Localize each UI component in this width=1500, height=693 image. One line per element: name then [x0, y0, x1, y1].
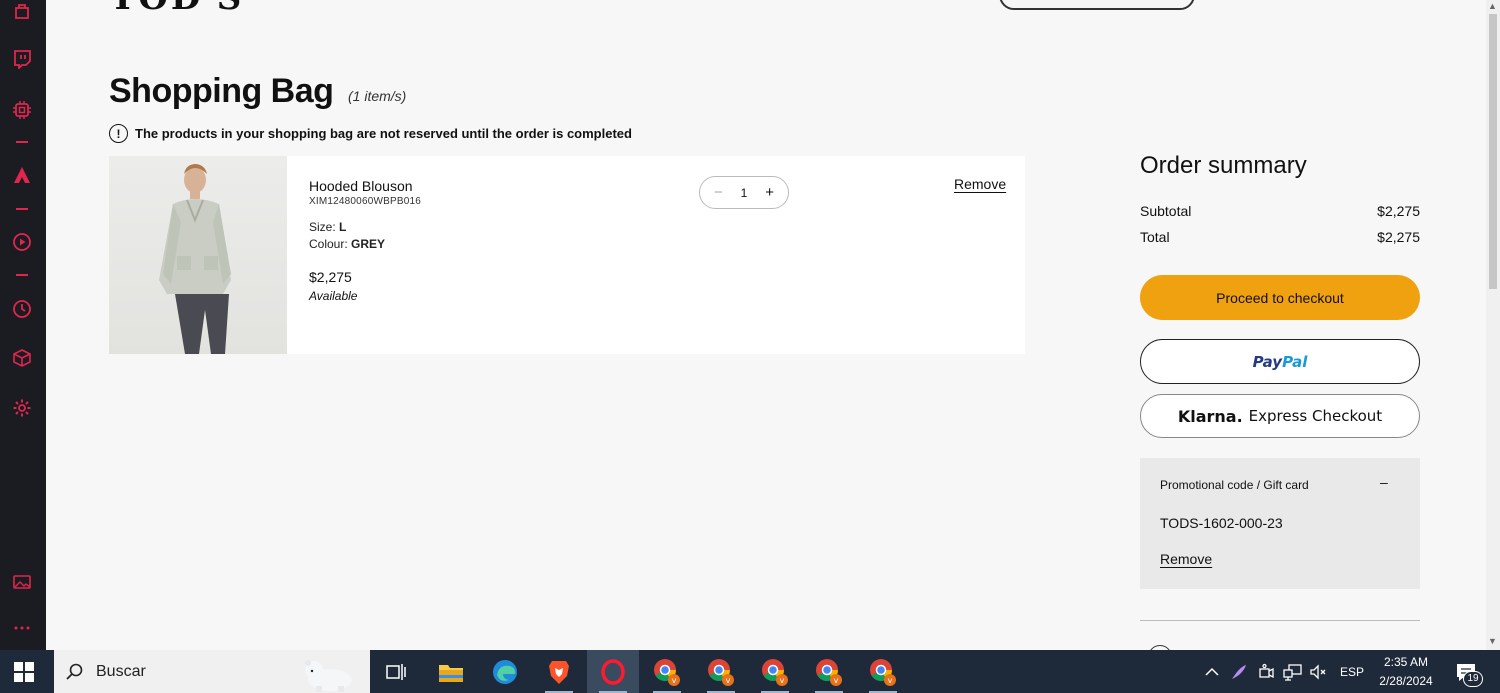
product-price: $2,275: [309, 269, 352, 285]
windows-taskbar: Buscar v v v v v ESP 2:35 AM 2/28/2024 1…: [0, 650, 1500, 693]
brave-icon[interactable]: [533, 650, 585, 693]
page-content: TOD'S Shopping Bag (1 item/s) ! The prod…: [46, 0, 1486, 650]
opera-icon[interactable]: [587, 650, 639, 693]
page-title: Shopping Bag: [109, 72, 334, 110]
volume-muted-icon[interactable]: [1309, 650, 1327, 693]
promo-code-label: Promotional code / Gift card: [1160, 478, 1309, 492]
settings-icon[interactable]: [11, 397, 33, 419]
order-summary-title: Order summary: [1140, 152, 1307, 179]
klarna-label: Express Checkout: [1248, 407, 1383, 425]
promo-code-panel: Promotional code / Gift card – TODS-1602…: [1140, 458, 1420, 589]
chrome-icon[interactable]: v: [749, 650, 801, 693]
paypal-button[interactable]: Pay Pal: [1140, 339, 1420, 384]
system-clock[interactable]: 2:35 AM 2/28/2024: [1374, 653, 1438, 691]
search-icon: [66, 663, 83, 680]
quantity-value: 1: [740, 185, 748, 200]
svg-text:v: v: [672, 676, 677, 685]
sidebar-separator: [16, 274, 28, 276]
chrome-icon[interactable]: v: [695, 650, 747, 693]
chrome-icon[interactable]: v: [641, 650, 693, 693]
taskbar-search-text: Buscar: [96, 662, 146, 680]
klarna-express-checkout-button[interactable]: Klarna. Express Checkout: [1140, 394, 1420, 438]
network-icon[interactable]: [1283, 650, 1303, 693]
polar-bear-icon: [305, 660, 352, 692]
svg-text:v: v: [888, 676, 893, 685]
notification-count-badge: 19: [1463, 671, 1483, 687]
decrease-quantity-button[interactable]: −: [714, 184, 723, 201]
size-label: Size:: [309, 220, 336, 234]
product-name[interactable]: Hooded Blouson: [309, 178, 413, 194]
browser-sidebar: [0, 0, 46, 650]
play-icon[interactable]: [11, 231, 33, 253]
product-availability: Available: [309, 289, 358, 303]
task-view-icon[interactable]: [370, 650, 422, 693]
remove-promo-link[interactable]: Remove: [1160, 551, 1212, 567]
increase-quantity-button[interactable]: +: [765, 184, 774, 201]
subtotal-label: Subtotal: [1140, 203, 1192, 219]
twitch-icon[interactable]: [11, 48, 33, 70]
windows-start-icon[interactable]: [14, 662, 34, 682]
quantity-stepper: − 1 +: [699, 176, 789, 209]
subtotal-value: $2,275: [1377, 203, 1420, 219]
scroll-thumb[interactable]: [1489, 14, 1497, 289]
total-value: $2,275: [1377, 229, 1420, 245]
klarna-logo: Klarna.: [1177, 406, 1243, 426]
clock-time: 2:35 AM: [1383, 655, 1429, 669]
cart-item: Hooded Blouson XIM12480060WBPB016 Size: …: [109, 156, 1025, 354]
product-colour: Colour: GREY: [309, 237, 385, 251]
paypal-logo-pay: Pay: [1252, 352, 1283, 371]
clock-date: 2/28/2024: [1379, 674, 1433, 688]
gallery-icon[interactable]: [11, 571, 33, 593]
item-count: (1 item/s): [348, 88, 407, 104]
promo-code-value: TODS-1602-000-23: [1160, 515, 1283, 531]
promo-collapse-toggle[interactable]: –: [1380, 474, 1388, 490]
info-icon: !: [109, 124, 128, 143]
header-search-pill[interactable]: [999, 0, 1195, 10]
history-icon[interactable]: [11, 298, 33, 320]
bag-icon[interactable]: [11, 0, 33, 22]
colour-label: Colour:: [309, 237, 348, 251]
notice-text: The products in your shopping bag are no…: [135, 126, 632, 141]
reservation-notice: ! The products in your shopping bag are …: [109, 124, 632, 143]
sidebar-separator: [16, 208, 28, 210]
more-icon[interactable]: [11, 617, 33, 639]
total-row: Total $2,275: [1140, 229, 1420, 245]
colour-value: GREY: [351, 237, 386, 251]
sidebar-separator: [16, 141, 28, 143]
remove-item-link[interactable]: Remove: [954, 176, 1006, 192]
svg-text:v: v: [726, 676, 731, 685]
camera-icon[interactable]: [1257, 650, 1275, 693]
svg-text:v: v: [834, 676, 839, 685]
size-value: L: [339, 220, 347, 234]
paypal-logo-pal: Pal: [1282, 352, 1308, 371]
language-indicator[interactable]: ESP: [1340, 650, 1364, 693]
total-label: Total: [1140, 229, 1170, 245]
summary-divider: [1140, 620, 1420, 621]
product-image[interactable]: [109, 156, 287, 354]
chrome-icon[interactable]: v: [803, 650, 855, 693]
chrome-icon[interactable]: v: [857, 650, 909, 693]
file-explorer-icon[interactable]: [425, 650, 477, 693]
product-size: Size: L: [309, 220, 346, 234]
brand-logo[interactable]: TOD'S: [110, 0, 244, 18]
proceed-to-checkout-button[interactable]: Proceed to checkout: [1140, 275, 1420, 320]
pen-icon[interactable]: [1230, 650, 1248, 693]
page-scrollbar[interactable]: ▲ ▼: [1486, 0, 1500, 650]
edge-icon[interactable]: [479, 650, 531, 693]
scroll-up-icon[interactable]: ▲: [1488, 1, 1497, 11]
box-icon[interactable]: [11, 347, 33, 369]
subtotal-row: Subtotal $2,275: [1140, 203, 1420, 219]
scroll-down-icon[interactable]: ▼: [1488, 636, 1497, 646]
aria-icon[interactable]: [11, 164, 33, 186]
tray-chevron-icon[interactable]: [1204, 650, 1220, 693]
chip-icon[interactable]: [11, 99, 33, 121]
product-sku: XIM12480060WBPB016: [309, 196, 422, 207]
svg-text:v: v: [780, 676, 785, 685]
